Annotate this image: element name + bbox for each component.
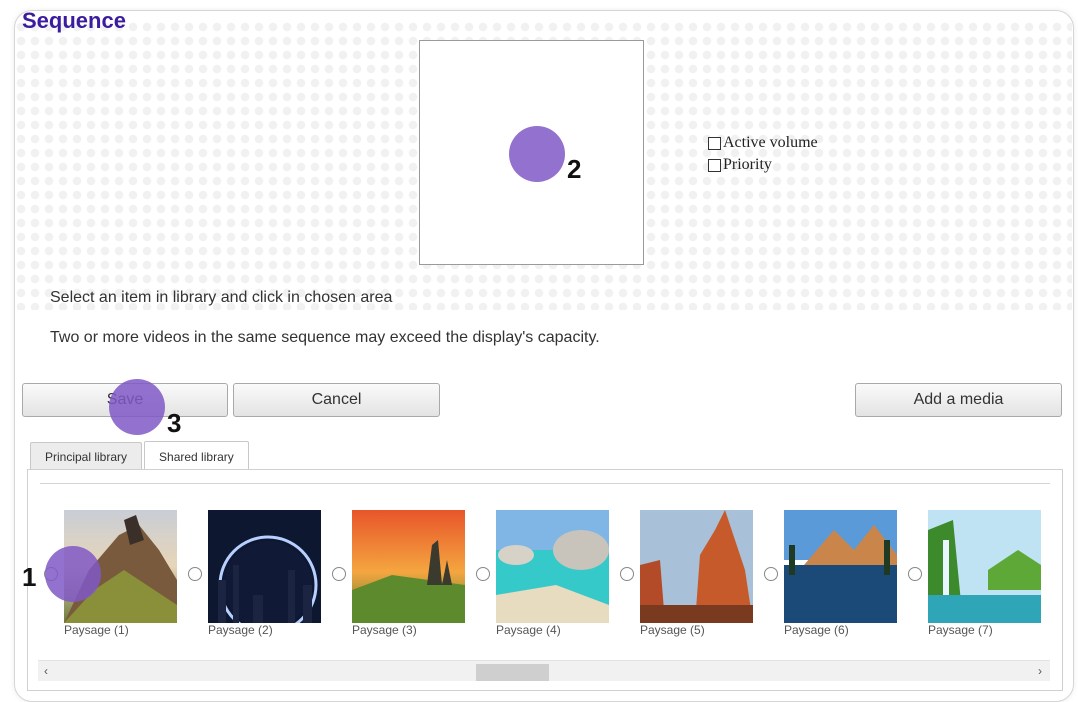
- annotation-number: 1: [22, 562, 37, 592]
- library-item[interactable]: Paysage (6): [764, 510, 897, 637]
- library-item-caption: Paysage (3): [352, 623, 417, 637]
- divider: [40, 483, 1050, 484]
- active-volume-checkbox[interactable]: [708, 136, 721, 150]
- library-item[interactable]: Paysage (5): [620, 510, 753, 637]
- library-item[interactable]: Paysage (7): [908, 510, 1041, 637]
- library-item[interactable]: Paysage (2): [188, 510, 321, 637]
- priority-checkbox[interactable]: [708, 158, 721, 172]
- scroll-left-icon[interactable]: ‹: [44, 664, 48, 678]
- active-volume-label: Active volume: [723, 134, 818, 151]
- library-item-caption: Paysage (6): [784, 623, 849, 637]
- library-item-radio[interactable]: [476, 567, 490, 581]
- annotation-marker: [509, 126, 565, 182]
- annotation-marker: [109, 379, 165, 435]
- active-volume-option[interactable]: Active volume: [708, 132, 818, 154]
- horizontal-scrollbar[interactable]: ‹ ›: [38, 660, 1050, 681]
- page-title: Sequence: [22, 8, 126, 33]
- library-item-radio[interactable]: [764, 567, 778, 581]
- landscape-thumbnail[interactable]: [928, 510, 1041, 623]
- scroll-right-icon[interactable]: ›: [1038, 664, 1042, 678]
- library-item-radio[interactable]: [908, 567, 922, 581]
- add-media-button[interactable]: Add a media: [855, 383, 1062, 417]
- priority-label: Priority: [723, 156, 772, 173]
- tab-shared-library[interactable]: Shared library: [144, 441, 249, 471]
- cancel-button[interactable]: Cancel: [233, 383, 440, 417]
- landscape-thumbnail[interactable]: [208, 510, 321, 623]
- library-item-caption: Paysage (4): [496, 623, 561, 637]
- library-item-caption: Paysage (7): [928, 623, 993, 637]
- capacity-warning: Two or more videos in the same sequence …: [50, 329, 600, 346]
- priority-option[interactable]: Priority: [708, 154, 818, 176]
- library-item-caption: Paysage (5): [640, 623, 705, 637]
- library-item[interactable]: Paysage (3): [332, 510, 465, 637]
- landscape-thumbnail[interactable]: [640, 510, 753, 623]
- preview-options: Active volume Priority: [708, 132, 818, 176]
- library-tabs: Principal library Shared library: [30, 441, 251, 471]
- library-item[interactable]: Paysage (4): [476, 510, 609, 637]
- annotation-number: 3: [167, 408, 182, 438]
- annotation-number: 2: [567, 154, 582, 184]
- library-item-caption: Paysage (1): [64, 623, 129, 637]
- tab-principal-library[interactable]: Principal library: [30, 442, 143, 470]
- scrollbar-thumb[interactable]: [476, 664, 549, 681]
- annotation-marker: [45, 546, 101, 602]
- landscape-thumbnail[interactable]: [784, 510, 897, 623]
- library-item-radio[interactable]: [332, 567, 346, 581]
- landscape-thumbnail[interactable]: [496, 510, 609, 623]
- landscape-thumbnail[interactable]: [352, 510, 465, 623]
- library-item-radio[interactable]: [188, 567, 202, 581]
- library-item-radio[interactable]: [620, 567, 634, 581]
- library-item-caption: Paysage (2): [208, 623, 273, 637]
- instruction-text: Select an item in library and click in c…: [50, 289, 393, 306]
